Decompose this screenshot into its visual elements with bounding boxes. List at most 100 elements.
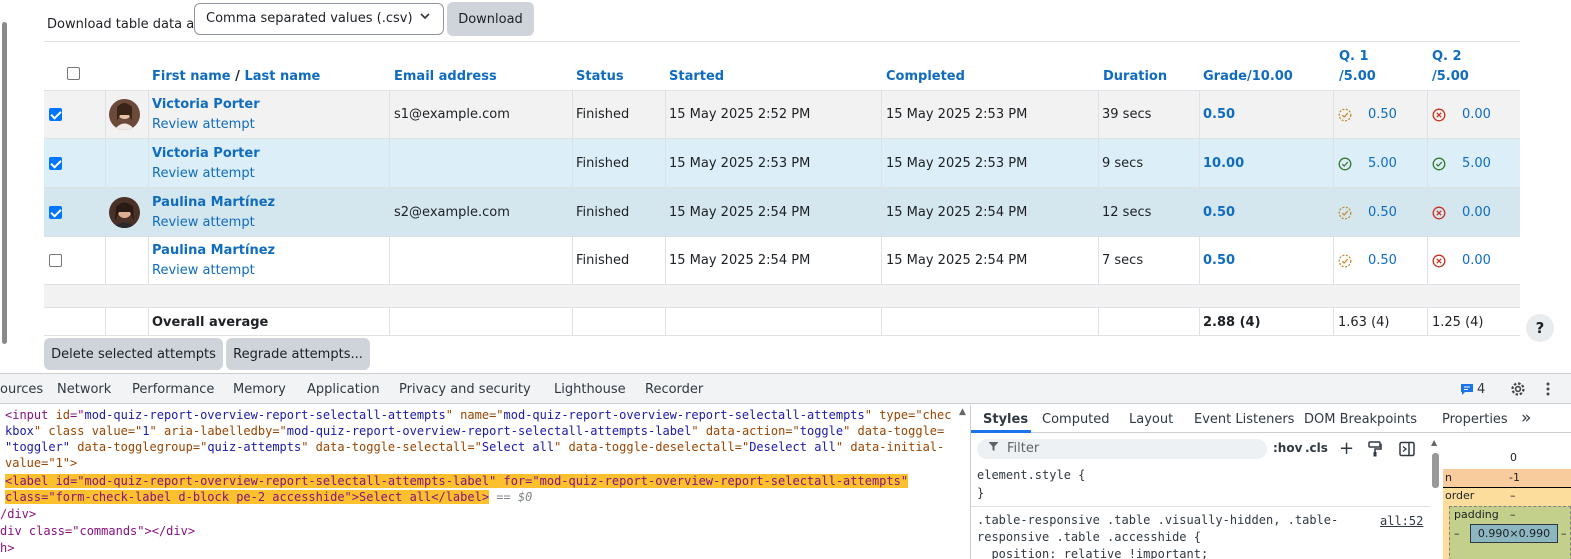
filter-placeholder: Filter xyxy=(1007,441,1040,456)
css-declaration[interactable]: position: relative !important; xyxy=(977,547,1208,559)
css-rule-selector[interactable]: element.style { xyxy=(977,468,1085,482)
cls-toggle[interactable]: .cls xyxy=(1305,441,1328,455)
student-name-link[interactable]: Paulina Martínez xyxy=(152,195,275,210)
completed-cell: 15 May 2025 2:53 PM xyxy=(886,107,1028,122)
more-tabs-icon[interactable]: » xyxy=(1521,408,1531,428)
q2-mark-link[interactable]: 0.00 xyxy=(1462,107,1491,122)
tab-styles[interactable]: Styles xyxy=(983,412,1028,427)
styles-scrollbar[interactable]: ▲ xyxy=(1430,438,1440,558)
tab-sources[interactable]: ources xyxy=(0,382,43,397)
padding-label: padding xyxy=(1454,508,1499,521)
student-name-link[interactable]: Paulina Martínez xyxy=(152,243,275,258)
column-header-q1[interactable]: Q. 1 xyxy=(1339,49,1369,64)
status-cell: Finished xyxy=(576,205,630,220)
active-tab-indicator xyxy=(971,430,1031,433)
tab-dom-breakpoints[interactable]: DOM Breakpoints xyxy=(1304,412,1417,427)
margin-box: n -1 order – padding – – 0.990×0.990 – xyxy=(1443,469,1571,559)
dom-line-selected[interactable]: <label id="mod-quiz-report-overview-repo… xyxy=(5,473,909,490)
row-checkbox[interactable] xyxy=(49,108,62,121)
duration-cell: 9 secs xyxy=(1102,156,1144,171)
page-scrollbar[interactable] xyxy=(2,22,7,344)
column-header-completed[interactable]: Completed xyxy=(886,69,965,84)
grade-link[interactable]: 0.50 xyxy=(1203,107,1235,122)
divider xyxy=(44,41,1520,42)
review-attempt-link[interactable]: Review attempt xyxy=(152,215,255,230)
scroll-thumb[interactable] xyxy=(1432,453,1439,488)
hov-toggle[interactable]: :hov xyxy=(1273,441,1302,455)
tab-lighthouse[interactable]: Lighthouse xyxy=(554,382,626,397)
delete-attempts-button[interactable]: Delete selected attempts xyxy=(44,338,223,370)
tab-computed[interactable]: Computed xyxy=(1042,412,1110,427)
duration-cell: 7 secs xyxy=(1102,253,1144,268)
partial-icon xyxy=(1338,206,1352,220)
tab-performance[interactable]: Performance xyxy=(132,382,214,397)
row-checkbox[interactable] xyxy=(49,206,62,219)
row-checkbox[interactable] xyxy=(49,254,62,267)
avatar[interactable] xyxy=(109,197,140,228)
tab-network[interactable]: Network xyxy=(57,382,111,397)
regrade-attempts-button[interactable]: Regrade attempts... xyxy=(226,338,370,370)
review-attempt-link[interactable]: Review attempt xyxy=(152,117,255,132)
partial-icon xyxy=(1338,108,1352,122)
column-header-q2-max: /5.00 xyxy=(1432,69,1469,84)
sort-first-name-link[interactable]: First name xyxy=(152,69,231,84)
tab-recorder[interactable]: Recorder xyxy=(645,382,703,397)
scroll-up-icon[interactable]: ▲ xyxy=(1431,438,1437,447)
q2-mark-link[interactable]: 5.00 xyxy=(1462,156,1491,171)
table-row: Paulina Martínez Review attempt Finished… xyxy=(44,236,1520,284)
incorrect-icon xyxy=(1432,254,1446,268)
more-options-icon[interactable] xyxy=(1545,381,1551,401)
download-format-select[interactable]: Comma separated values (.csv) xyxy=(194,3,444,35)
sort-last-name-link[interactable]: Last name xyxy=(244,69,320,84)
column-header-email[interactable]: Email address xyxy=(394,69,497,84)
quiz-report-page: Download table data as Comma separated v… xyxy=(0,0,1571,373)
dom-line-selected[interactable]: class="form-check-label d-block pe-2 acc… xyxy=(5,489,532,506)
q2-mark-link[interactable]: 0.00 xyxy=(1462,205,1491,220)
divider xyxy=(971,506,1431,507)
q1-mark-link[interactable]: 0.50 xyxy=(1368,107,1397,122)
q1-mark-link[interactable]: 0.50 xyxy=(1368,205,1397,220)
elements-tree[interactable]: <input id="mod-quiz-report-overview-repo… xyxy=(0,405,970,559)
tab-application[interactable]: Application xyxy=(307,382,380,397)
tab-event-listeners[interactable]: Event Listeners xyxy=(1194,412,1294,427)
tab-layout[interactable]: Layout xyxy=(1129,412,1173,427)
incorrect-icon xyxy=(1432,108,1446,122)
average-q2: 1.25 (4) xyxy=(1432,315,1484,330)
review-attempt-link[interactable]: Review attempt xyxy=(152,263,255,278)
student-name-link[interactable]: Victoria Porter xyxy=(152,97,260,112)
toggle-sidebar-icon[interactable] xyxy=(1399,441,1415,461)
tab-properties[interactable]: Properties xyxy=(1442,412,1508,427)
scroll-up-icon[interactable]: ▲ xyxy=(959,407,966,417)
column-header-started[interactable]: Started xyxy=(669,69,724,84)
review-attempt-link[interactable]: Review attempt xyxy=(152,166,255,181)
gear-icon[interactable] xyxy=(1509,380,1527,402)
q1-mark-link[interactable]: 0.50 xyxy=(1368,253,1397,268)
tab-privacy-security[interactable]: Privacy and security xyxy=(399,382,531,397)
student-name-link[interactable]: Victoria Porter xyxy=(152,146,260,161)
grade-link[interactable]: 10.00 xyxy=(1203,156,1244,171)
row-checkbox[interactable] xyxy=(49,157,62,170)
content-box[interactable]: 0.990×0.990 xyxy=(1470,524,1558,543)
css-rule-selector[interactable]: .table-responsive .table .visually-hidde… xyxy=(977,513,1338,527)
border-box: order – padding – – 0.990×0.990 – xyxy=(1443,487,1571,559)
q1-mark-link[interactable]: 5.00 xyxy=(1368,156,1397,171)
avatar[interactable] xyxy=(109,99,140,130)
column-header-duration[interactable]: Duration xyxy=(1103,69,1167,84)
select-all-checkbox[interactable] xyxy=(67,67,80,80)
q2-mark-link[interactable]: 0.00 xyxy=(1462,253,1491,268)
completed-cell: 15 May 2025 2:54 PM xyxy=(886,253,1028,268)
styles-filter-input[interactable]: Filter xyxy=(977,439,1267,459)
column-header-q2[interactable]: Q. 2 xyxy=(1432,49,1462,64)
download-button[interactable]: Download xyxy=(447,2,534,36)
grade-link[interactable]: 0.50 xyxy=(1203,205,1235,220)
column-header-status[interactable]: Status xyxy=(576,69,624,84)
help-button[interactable]: ? xyxy=(1526,314,1554,342)
paint-roller-icon[interactable] xyxy=(1368,441,1382,461)
css-rule-selector[interactable]: responsive .table .accesshide { xyxy=(977,530,1201,544)
tab-memory[interactable]: Memory xyxy=(233,382,286,397)
css-source-link[interactable]: all:52 xyxy=(1380,514,1423,528)
grade-link[interactable]: 0.50 xyxy=(1203,253,1235,268)
issues-icon[interactable] xyxy=(1460,382,1474,400)
new-rule-icon[interactable]: + xyxy=(1339,438,1354,459)
column-header-grade[interactable]: Grade/10.00 xyxy=(1203,69,1293,84)
